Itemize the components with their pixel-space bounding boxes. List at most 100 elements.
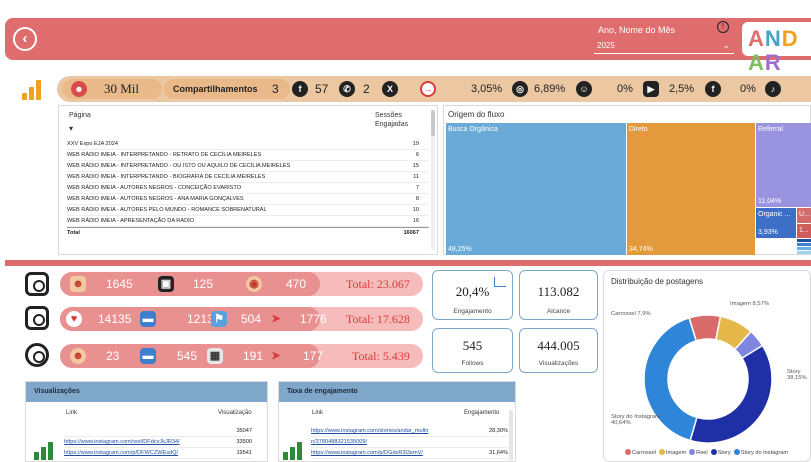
facebook-icon-2: f: [705, 81, 721, 97]
send-icon: ➤: [271, 313, 281, 325]
info-icon[interactable]: !: [717, 21, 729, 33]
treemap-cell[interactable]: Busca Orgânica 48,25%: [446, 123, 626, 255]
story-value-2: 545: [177, 349, 198, 363]
table-row[interactable]: WEB RÁDIO IMEIA - APRESENTAÇÃO DA RÁDIO 1…: [67, 216, 429, 227]
col-sessions-1[interactable]: Sessões: [375, 112, 402, 119]
views-card: 444.005 Visualizações: [519, 328, 598, 373]
row-link[interactable]: https://www.instagram.com/p/DGdsR3l3emV/: [311, 450, 423, 456]
views-col-link[interactable]: Link: [66, 410, 77, 416]
treemap-cell[interactable]: 1...: [797, 224, 811, 238]
facebook-value-1: 14135: [98, 312, 132, 326]
table-row[interactable]: https://www.instagram.com/reel/DFdcvJkJR…: [64, 437, 252, 448]
follows-card: 545 Follows: [432, 328, 513, 373]
treemap-cell[interactable]: Direto 34,74%: [627, 123, 755, 255]
table-row[interactable]: https://www.instagram.com/p/DFWCZWEsdQ/1…: [64, 448, 252, 459]
engagement-table-title: Taxa de engajamento: [279, 382, 515, 402]
whatsapp-shares: 57: [315, 82, 329, 96]
row-value: 28,30%: [489, 428, 508, 434]
row-value: 8: [415, 196, 419, 202]
donut-slice[interactable]: [689, 344, 773, 444]
table-row[interactable]: WEB RÁDIO IMEIA - AUTORES NEGROS - CONCE…: [67, 183, 429, 194]
year-month-filter[interactable]: 2025 ⌄: [594, 39, 734, 54]
sort-down-icon[interactable]: ▾: [69, 124, 73, 133]
youtube-icon: ▶: [643, 81, 659, 97]
logo-letter: A: [748, 26, 765, 51]
total-value: 16067: [403, 230, 419, 236]
treemap-cell-label: Busca Orgânica: [448, 126, 498, 133]
treemap-cell[interactable]: Organic ... 3,93%: [756, 208, 796, 238]
table-scrollbar[interactable]: [431, 110, 435, 250]
table-row[interactable]: https://www.instagram.com/p/DGdsR3l3emV/…: [311, 448, 508, 459]
legend-label[interactable]: Story do Instagram: [741, 450, 788, 456]
treemap-small-cell[interactable]: [797, 247, 811, 250]
treemap-cell[interactable]: Referral 11,04%: [756, 123, 811, 207]
facebook-value-3: 504: [241, 312, 262, 326]
row-value: 11: [413, 174, 419, 180]
table-row[interactable]: https://www.instagram.com/stories/andar_…: [311, 426, 508, 437]
table-row[interactable]: WEB RÁDIO IMEIA - AUTORES NEGROS - ANA M…: [67, 194, 429, 205]
row-value: 6: [415, 152, 419, 158]
row-page: WEB RÁDIO IMEIA - APRESENTAÇÃO DA RÁDIO: [67, 218, 195, 224]
follows-label: Follows: [461, 360, 484, 367]
row-page: WEB RÁDIO IMEIA - INTERPRETANDO - BIOGRA…: [67, 174, 266, 180]
row-link[interactable]: https://www.instagram.com/stories/andar_…: [311, 428, 429, 434]
tiktok-icon: ♪: [765, 81, 781, 97]
row-link[interactable]: https://www.instagram.com/reel/DFdcvJkJR…: [64, 439, 180, 445]
legend-label[interactable]: Reel: [696, 450, 708, 456]
treemap-cell-pct: 11,04%: [758, 198, 782, 205]
chevron-down-icon: ⌄: [722, 40, 730, 50]
treemap-small-cell[interactable]: [797, 239, 811, 242]
treemap-cell-label: Organic ...: [758, 211, 791, 218]
treemap-cell-pct: 48,25%: [448, 246, 472, 253]
treemap-cell[interactable]: U...: [797, 208, 811, 223]
table-row[interactable]: WEB RÁDIO IMEIA - INTERPRETANDO - BIOGRA…: [67, 172, 429, 183]
engagement-col-link[interactable]: Link: [312, 410, 323, 416]
col-page[interactable]: Página: [69, 112, 91, 119]
logo-letter: D: [781, 26, 799, 51]
donut-label-imagem: Imagem 8,57%: [730, 301, 769, 307]
treemap-cell-label: Direto: [629, 126, 648, 133]
col-sessions-2[interactable]: Engajadas: [375, 121, 408, 128]
row-link[interactable]: n/3780488321535009/: [311, 439, 367, 445]
treemap-title: Origem do fluxo: [448, 110, 505, 119]
table-row[interactable]: WEB RÁDIO IMEIA - INTERPRETANDO - OU IST…: [67, 161, 429, 172]
reach-value: 30 Mil: [104, 81, 140, 96]
table-row[interactable]: XXV Expo EJA 2024 19: [67, 139, 429, 150]
donut-label-story: Story 38,15%: [787, 369, 807, 381]
table-row[interactable]: WEB RÁDIO IMEIA - INTERPRETANDO - RETRAT…: [67, 150, 429, 161]
table-row[interactable]: 35047: [64, 426, 252, 437]
row-value: 7: [415, 185, 419, 191]
back-button[interactable]: ‹: [13, 27, 37, 51]
engagement-table: Taxa de engajamento Link Engajamento htt…: [278, 381, 516, 462]
treemap-small-cell[interactable]: [797, 243, 811, 246]
table-row[interactable]: WEB RÁDIO IMEIA - AUTORES PELO MUNDO - R…: [67, 205, 429, 216]
legend-label[interactable]: Story: [718, 450, 731, 456]
reach-value: 113.082: [537, 284, 580, 299]
legend-dot: [658, 449, 665, 455]
row-value: 16: [412, 218, 419, 224]
facebook-shares: 3: [272, 82, 279, 96]
engagement-card: 20,4% Engajamento: [432, 270, 513, 320]
views-col-value[interactable]: Visualização: [218, 410, 252, 416]
pct-2: 6,89%: [534, 83, 566, 95]
arrow-right-icon: →: [420, 81, 436, 97]
video-icon: ▣: [158, 276, 174, 292]
table-row[interactable]: n/3780488321535009/: [311, 437, 508, 448]
pct-4: 2,5%: [669, 83, 695, 95]
heart-icon: ♥: [66, 311, 82, 327]
whatsapp-icon: ✆: [339, 81, 355, 97]
row-value: 35047: [236, 428, 252, 434]
legend-label[interactable]: Carrossel: [632, 450, 656, 456]
views-table: Visualizações Link Visualização 35047 htt…: [25, 381, 268, 462]
engagement-scrollbar[interactable]: [509, 410, 513, 460]
engagement-col-value[interactable]: Engajamento: [464, 410, 499, 416]
views-label: Visualizações: [538, 360, 579, 367]
treemap-small-cell[interactable]: [797, 251, 811, 254]
legend-label[interactable]: Imagem: [666, 450, 686, 456]
instagram-value-3: 470: [286, 277, 307, 291]
donut-chart: [643, 314, 773, 444]
comment-icon: ▬: [140, 311, 156, 327]
row-link[interactable]: https://www.instagram.com/p/DFWCZWEsdQ/: [64, 450, 178, 456]
treemap-cell-label: 1...: [799, 227, 809, 234]
reach-card: 113.082 Alcance: [519, 270, 598, 320]
